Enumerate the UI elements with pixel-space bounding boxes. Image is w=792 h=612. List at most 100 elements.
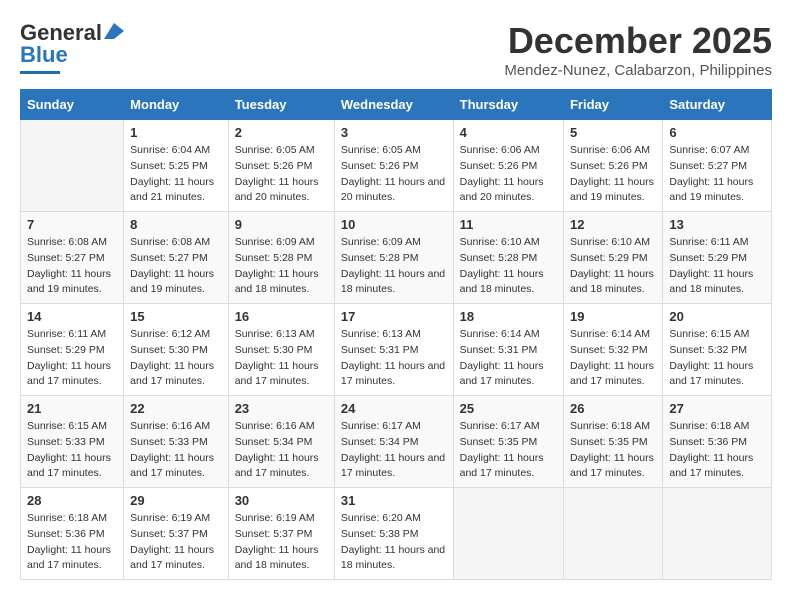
calendar-cell: 4 Sunrise: 6:06 AMSunset: 5:26 PMDaylight… bbox=[453, 120, 563, 212]
day-number: 10 bbox=[341, 217, 447, 232]
day-number: 1 bbox=[130, 125, 222, 140]
calendar-cell: 16 Sunrise: 6:13 AMSunset: 5:30 PMDayligh… bbox=[228, 304, 334, 396]
day-number: 2 bbox=[235, 125, 328, 140]
day-detail: Sunrise: 6:10 AMSunset: 5:29 PMDaylight:… bbox=[570, 235, 656, 298]
logo-icon bbox=[104, 23, 124, 39]
day-number: 27 bbox=[669, 401, 765, 416]
col-header-wednesday: Wednesday bbox=[334, 90, 453, 120]
calendar-cell: 7 Sunrise: 6:08 AMSunset: 5:27 PMDaylight… bbox=[21, 212, 124, 304]
page-header: General Blue December 2025 Mendez-Nunez,… bbox=[20, 20, 772, 79]
day-number: 7 bbox=[27, 217, 117, 232]
calendar-cell: 23 Sunrise: 6:16 AMSunset: 5:34 PMDayligh… bbox=[228, 396, 334, 488]
week-row-3: 14 Sunrise: 6:11 AMSunset: 5:29 PMDayligh… bbox=[21, 304, 772, 396]
day-detail: Sunrise: 6:18 AMSunset: 5:35 PMDaylight:… bbox=[570, 419, 656, 482]
calendar-cell: 20 Sunrise: 6:15 AMSunset: 5:32 PMDayligh… bbox=[663, 304, 772, 396]
day-number: 23 bbox=[235, 401, 328, 416]
calendar-cell: 29 Sunrise: 6:19 AMSunset: 5:37 PMDayligh… bbox=[124, 488, 229, 580]
day-detail: Sunrise: 6:08 AMSunset: 5:27 PMDaylight:… bbox=[27, 235, 117, 298]
day-detail: Sunrise: 6:16 AMSunset: 5:33 PMDaylight:… bbox=[130, 419, 222, 482]
logo-underline bbox=[20, 71, 60, 74]
day-detail: Sunrise: 6:09 AMSunset: 5:28 PMDaylight:… bbox=[341, 235, 447, 298]
calendar-cell: 21 Sunrise: 6:15 AMSunset: 5:33 PMDayligh… bbox=[21, 396, 124, 488]
day-detail: Sunrise: 6:18 AMSunset: 5:36 PMDaylight:… bbox=[27, 511, 117, 574]
calendar-cell: 30Sunrise: 6:19 AMSunset: 5:37 PMDayligh… bbox=[228, 488, 334, 580]
day-number: 4 bbox=[460, 125, 557, 140]
calendar-cell: 12 Sunrise: 6:10 AMSunset: 5:29 PMDayligh… bbox=[563, 212, 662, 304]
calendar-cell: 22 Sunrise: 6:16 AMSunset: 5:33 PMDayligh… bbox=[124, 396, 229, 488]
day-detail: Sunrise: 6:13 AMSunset: 5:31 PMDaylight:… bbox=[341, 327, 447, 390]
day-detail: Sunrise: 6:18 AMSunset: 5:36 PMDaylight:… bbox=[669, 419, 765, 482]
day-number: 14 bbox=[27, 309, 117, 324]
day-number: 15 bbox=[130, 309, 222, 324]
calendar-cell: 3 Sunrise: 6:05 AMSunset: 5:26 PMDaylight… bbox=[334, 120, 453, 212]
day-number: 16 bbox=[235, 309, 328, 324]
day-number: 20 bbox=[669, 309, 765, 324]
calendar-cell: 1 Sunrise: 6:04 AMSunset: 5:25 PMDaylight… bbox=[124, 120, 229, 212]
day-detail: Sunrise: 6:15 AMSunset: 5:33 PMDaylight:… bbox=[27, 419, 117, 482]
day-number: 12 bbox=[570, 217, 656, 232]
col-header-tuesday: Tuesday bbox=[228, 90, 334, 120]
day-number: 6 bbox=[669, 125, 765, 140]
week-row-4: 21 Sunrise: 6:15 AMSunset: 5:33 PMDayligh… bbox=[21, 396, 772, 488]
day-detail: Sunrise: 6:17 AMSunset: 5:35 PMDaylight:… bbox=[460, 419, 557, 482]
day-detail: Sunrise: 6:05 AMSunset: 5:26 PMDaylight:… bbox=[341, 143, 447, 206]
day-number: 28 bbox=[27, 493, 117, 508]
col-header-sunday: Sunday bbox=[21, 90, 124, 120]
calendar-table: SundayMondayTuesdayWednesdayThursdayFrid… bbox=[20, 89, 772, 580]
day-detail: Sunrise: 6:11 AMSunset: 5:29 PMDaylight:… bbox=[669, 235, 765, 298]
header-row: SundayMondayTuesdayWednesdayThursdayFrid… bbox=[21, 90, 772, 120]
day-number: 26 bbox=[570, 401, 656, 416]
day-number: 9 bbox=[235, 217, 328, 232]
day-detail: Sunrise: 6:19 AMSunset: 5:37 PMDaylight:… bbox=[235, 511, 328, 574]
calendar-cell: 10 Sunrise: 6:09 AMSunset: 5:28 PMDayligh… bbox=[334, 212, 453, 304]
day-detail: Sunrise: 6:11 AMSunset: 5:29 PMDaylight:… bbox=[27, 327, 117, 390]
day-detail: Sunrise: 6:17 AMSunset: 5:34 PMDaylight:… bbox=[341, 419, 447, 482]
week-row-5: 28 Sunrise: 6:18 AMSunset: 5:36 PMDayligh… bbox=[21, 488, 772, 580]
calendar-cell: 15 Sunrise: 6:12 AMSunset: 5:30 PMDayligh… bbox=[124, 304, 229, 396]
calendar-cell: 13Sunrise: 6:11 AMSunset: 5:29 PMDayligh… bbox=[663, 212, 772, 304]
day-number: 17 bbox=[341, 309, 447, 324]
week-row-2: 7 Sunrise: 6:08 AMSunset: 5:27 PMDaylight… bbox=[21, 212, 772, 304]
calendar-cell: 24 Sunrise: 6:17 AMSunset: 5:34 PMDayligh… bbox=[334, 396, 453, 488]
day-detail: Sunrise: 6:19 AMSunset: 5:37 PMDaylight:… bbox=[130, 511, 222, 574]
week-row-1: 1 Sunrise: 6:04 AMSunset: 5:25 PMDaylight… bbox=[21, 120, 772, 212]
day-detail: Sunrise: 6:04 AMSunset: 5:25 PMDaylight:… bbox=[130, 143, 222, 206]
day-detail: Sunrise: 6:06 AMSunset: 5:26 PMDaylight:… bbox=[460, 143, 557, 206]
day-detail: Sunrise: 6:05 AMSunset: 5:26 PMDaylight:… bbox=[235, 143, 328, 206]
day-detail: Sunrise: 6:14 AMSunset: 5:32 PMDaylight:… bbox=[570, 327, 656, 390]
logo-blue: Blue bbox=[20, 42, 68, 68]
calendar-cell bbox=[21, 120, 124, 212]
calendar-cell: 26 Sunrise: 6:18 AMSunset: 5:35 PMDayligh… bbox=[563, 396, 662, 488]
month-title: December 2025 bbox=[504, 20, 772, 62]
calendar-cell: 31Sunrise: 6:20 AMSunset: 5:38 PMDayligh… bbox=[334, 488, 453, 580]
col-header-thursday: Thursday bbox=[453, 90, 563, 120]
day-number: 11 bbox=[460, 217, 557, 232]
day-detail: Sunrise: 6:13 AMSunset: 5:30 PMDaylight:… bbox=[235, 327, 328, 390]
day-detail: Sunrise: 6:16 AMSunset: 5:34 PMDaylight:… bbox=[235, 419, 328, 482]
day-detail: Sunrise: 6:10 AMSunset: 5:28 PMDaylight:… bbox=[460, 235, 557, 298]
calendar-cell bbox=[663, 488, 772, 580]
day-number: 3 bbox=[341, 125, 447, 140]
day-number: 8 bbox=[130, 217, 222, 232]
title-area: December 2025 Mendez-Nunez, Calabarzon, … bbox=[504, 20, 772, 79]
day-detail: Sunrise: 6:07 AMSunset: 5:27 PMDaylight:… bbox=[669, 143, 765, 206]
location-subtitle: Mendez-Nunez, Calabarzon, Philippines bbox=[504, 62, 772, 79]
calendar-cell: 28 Sunrise: 6:18 AMSunset: 5:36 PMDayligh… bbox=[21, 488, 124, 580]
day-number: 19 bbox=[570, 309, 656, 324]
calendar-cell bbox=[453, 488, 563, 580]
day-detail: Sunrise: 6:20 AMSunset: 5:38 PMDaylight:… bbox=[341, 511, 447, 574]
day-detail: Sunrise: 6:15 AMSunset: 5:32 PMDaylight:… bbox=[669, 327, 765, 390]
calendar-cell: 19 Sunrise: 6:14 AMSunset: 5:32 PMDayligh… bbox=[563, 304, 662, 396]
day-number: 25 bbox=[460, 401, 557, 416]
day-number: 21 bbox=[27, 401, 117, 416]
calendar-cell: 25 Sunrise: 6:17 AMSunset: 5:35 PMDayligh… bbox=[453, 396, 563, 488]
day-number: 22 bbox=[130, 401, 222, 416]
logo: General Blue bbox=[20, 20, 124, 74]
calendar-cell: 2 Sunrise: 6:05 AMSunset: 5:26 PMDaylight… bbox=[228, 120, 334, 212]
day-number: 29 bbox=[130, 493, 222, 508]
calendar-cell: 27 Sunrise: 6:18 AMSunset: 5:36 PMDayligh… bbox=[663, 396, 772, 488]
day-detail: Sunrise: 6:14 AMSunset: 5:31 PMDaylight:… bbox=[460, 327, 557, 390]
day-detail: Sunrise: 6:12 AMSunset: 5:30 PMDaylight:… bbox=[130, 327, 222, 390]
calendar-cell: 14 Sunrise: 6:11 AMSunset: 5:29 PMDayligh… bbox=[21, 304, 124, 396]
day-number: 24 bbox=[341, 401, 447, 416]
